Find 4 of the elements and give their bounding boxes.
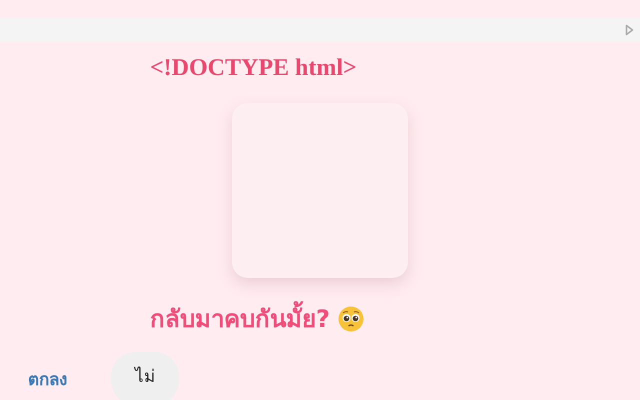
play-icon[interactable] (625, 24, 634, 36)
decline-button[interactable]: ไม่ (111, 352, 179, 400)
confirm-link[interactable]: ตกลง (28, 365, 67, 392)
page-heading: <!DOCTYPE html> (150, 54, 357, 82)
